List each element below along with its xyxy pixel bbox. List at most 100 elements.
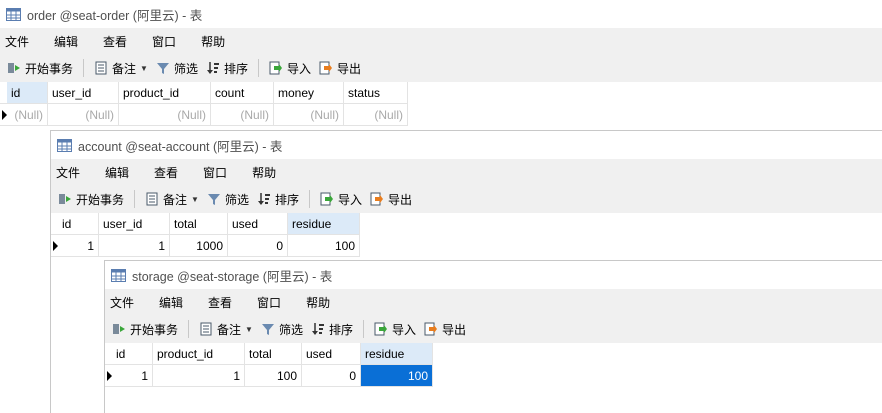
- data-grid: id user_id product_id count money status…: [0, 82, 408, 126]
- menu-view[interactable]: 查看: [103, 33, 127, 50]
- export-icon: [319, 61, 332, 75]
- column-header-id[interactable]: id: [58, 213, 99, 235]
- column-header-total[interactable]: total: [169, 213, 228, 235]
- table-icon: [111, 268, 126, 282]
- sort-button[interactable]: 排序: [307, 318, 357, 340]
- window-titlebar: account @seat-account (阿里云) - 表: [51, 131, 882, 159]
- cell-product-id[interactable]: 1: [152, 364, 245, 387]
- column-header-product-id[interactable]: product_id: [118, 82, 211, 104]
- toolbar-separator: [308, 190, 310, 208]
- import-button[interactable]: 导入: [265, 57, 315, 79]
- cell-money[interactable]: (Null): [273, 103, 344, 126]
- cell-user-id[interactable]: 1: [98, 234, 170, 257]
- column-header-id[interactable]: id: [7, 82, 48, 104]
- begin-transaction-button[interactable]: 开始事务: [108, 318, 182, 340]
- export-button[interactable]: 导出: [420, 318, 470, 340]
- menu-edit[interactable]: 编辑: [105, 164, 129, 181]
- table-row[interactable]: 1 1 1000 0 100: [51, 234, 360, 257]
- memo-icon: [200, 322, 212, 336]
- header-row: id product_id total used residue: [105, 343, 433, 365]
- current-row-arrow-icon: [53, 241, 58, 252]
- toolbar: 开始事务 备注 ▼ 筛选 排序 导入 导出: [105, 315, 882, 343]
- row-indicator: [105, 364, 112, 387]
- menu-window[interactable]: 窗口: [152, 33, 176, 50]
- cell-total[interactable]: 100: [244, 364, 302, 387]
- table-row[interactable]: (Null) (Null) (Null) (Null) (Null) (Null…: [0, 103, 408, 126]
- current-row-arrow-icon: [107, 371, 112, 382]
- menu-edit[interactable]: 编辑: [159, 294, 183, 311]
- menu-file[interactable]: 文件: [5, 33, 29, 50]
- window-titlebar: storage @seat-storage (阿里云) - 表: [105, 261, 882, 289]
- cell-used[interactable]: 0: [227, 234, 288, 257]
- memo-button[interactable]: 备注 ▼: [90, 57, 152, 79]
- menu-view[interactable]: 查看: [154, 164, 178, 181]
- cell-residue-selected[interactable]: 100: [360, 364, 433, 387]
- column-header-used[interactable]: used: [301, 343, 361, 365]
- filter-label: 筛选: [173, 61, 198, 76]
- filter-icon: [261, 324, 274, 335]
- import-label: 导入: [391, 322, 416, 337]
- cell-product-id[interactable]: (Null): [118, 103, 211, 126]
- column-header-used[interactable]: used: [227, 213, 288, 235]
- cell-id[interactable]: 1: [58, 234, 99, 257]
- toolbar: 开始事务 备注 ▼ 筛选 排序 导入 导出: [0, 54, 882, 82]
- column-header-id[interactable]: id: [112, 343, 153, 365]
- import-button[interactable]: 导入: [370, 318, 420, 340]
- filter-icon: [207, 194, 220, 205]
- memo-button[interactable]: 备注 ▼: [195, 318, 257, 340]
- memo-button[interactable]: 备注 ▼: [141, 188, 203, 210]
- memo-icon: [95, 61, 107, 75]
- column-header-total[interactable]: total: [244, 343, 302, 365]
- column-header-residue[interactable]: residue: [287, 213, 360, 235]
- cell-status[interactable]: (Null): [343, 103, 408, 126]
- menu-edit[interactable]: 编辑: [54, 33, 78, 50]
- toolbar-separator: [362, 320, 364, 338]
- sort-button[interactable]: 排序: [253, 188, 303, 210]
- memo-label: 备注: [217, 322, 242, 337]
- begin-transaction-label: 开始事务: [76, 192, 125, 207]
- chevron-down-icon[interactable]: ▼: [140, 64, 148, 73]
- column-header-user-id[interactable]: user_id: [47, 82, 119, 104]
- column-header-count[interactable]: count: [210, 82, 274, 104]
- sort-label: 排序: [223, 61, 248, 76]
- cell-id[interactable]: 1: [112, 364, 153, 387]
- menu-bar: 文件 编辑 查看 窗口 帮助: [0, 28, 882, 54]
- data-grid: id product_id total used residue 1 1 100…: [105, 343, 433, 387]
- chevron-down-icon[interactable]: ▼: [191, 195, 199, 204]
- import-button[interactable]: 导入: [316, 188, 366, 210]
- filter-button[interactable]: 筛选: [152, 57, 202, 79]
- cell-user-id[interactable]: (Null): [47, 103, 119, 126]
- column-header-residue[interactable]: residue: [360, 343, 433, 365]
- cell-count[interactable]: (Null): [210, 103, 274, 126]
- menu-window[interactable]: 窗口: [257, 294, 281, 311]
- cell-total[interactable]: 1000: [169, 234, 228, 257]
- menu-help[interactable]: 帮助: [252, 164, 276, 181]
- begin-transaction-button[interactable]: 开始事务: [54, 188, 128, 210]
- table-row[interactable]: 1 1 100 0 100: [105, 364, 433, 387]
- export-button[interactable]: 导出: [366, 188, 416, 210]
- data-grid: id user_id total used residue 1 1 1000 0…: [51, 213, 360, 257]
- cell-id[interactable]: (Null): [7, 103, 48, 126]
- menu-file[interactable]: 文件: [110, 294, 134, 311]
- cell-residue[interactable]: 100: [287, 234, 360, 257]
- filter-button[interactable]: 筛选: [257, 318, 307, 340]
- column-header-user-id[interactable]: user_id: [98, 213, 170, 235]
- cell-used[interactable]: 0: [301, 364, 361, 387]
- sort-icon: [257, 193, 270, 205]
- export-button[interactable]: 导出: [315, 57, 365, 79]
- sort-button[interactable]: 排序: [202, 57, 252, 79]
- chevron-down-icon[interactable]: ▼: [245, 325, 253, 334]
- begin-transaction-button[interactable]: 开始事务: [3, 57, 77, 79]
- export-label: 导出: [388, 192, 413, 207]
- menu-help[interactable]: 帮助: [306, 294, 330, 311]
- column-header-product-id[interactable]: product_id: [152, 343, 245, 365]
- menu-file[interactable]: 文件: [56, 164, 80, 181]
- memo-label: 备注: [163, 192, 188, 207]
- export-label: 导出: [442, 322, 467, 337]
- column-header-status[interactable]: status: [343, 82, 408, 104]
- menu-help[interactable]: 帮助: [201, 33, 225, 50]
- column-header-money[interactable]: money: [273, 82, 344, 104]
- filter-button[interactable]: 筛选: [203, 188, 253, 210]
- menu-window[interactable]: 窗口: [203, 164, 227, 181]
- menu-view[interactable]: 查看: [208, 294, 232, 311]
